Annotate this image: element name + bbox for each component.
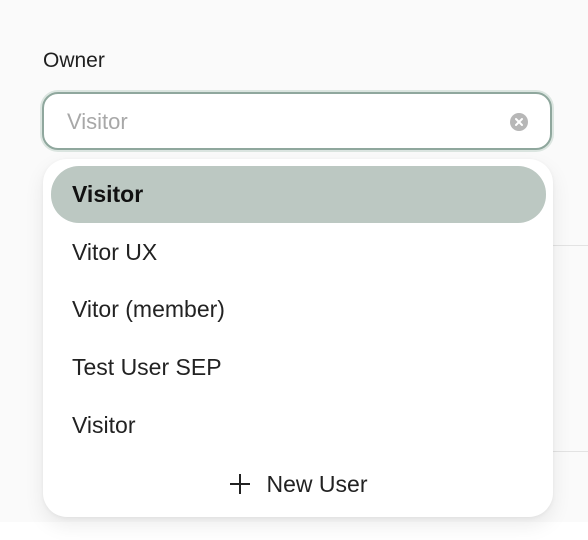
right-divider-top (548, 245, 588, 246)
owner-dropdown-menu: Visitor Vitor UX Vitor (member) Test Use… (43, 159, 553, 517)
new-user-button[interactable]: New User (43, 469, 553, 499)
dropdown-option-vitor-member[interactable]: Vitor (member) (51, 281, 546, 338)
dropdown-option-test-user-sep[interactable]: Test User SEP (51, 339, 546, 396)
owner-search-input[interactable] (67, 106, 487, 138)
dropdown-option-vitor-ux[interactable]: Vitor UX (51, 224, 546, 281)
dropdown-option-visitor[interactable]: Visitor (51, 397, 546, 454)
owner-select[interactable] (42, 92, 552, 150)
right-divider-bottom (548, 451, 588, 452)
new-user-label: New User (266, 470, 368, 497)
dropdown-option-visitor-selected[interactable]: Visitor (51, 166, 546, 223)
plus-icon (229, 473, 251, 495)
bottom-strip (0, 522, 588, 540)
owner-label: Owner (43, 49, 105, 72)
clear-icon[interactable] (510, 113, 528, 131)
